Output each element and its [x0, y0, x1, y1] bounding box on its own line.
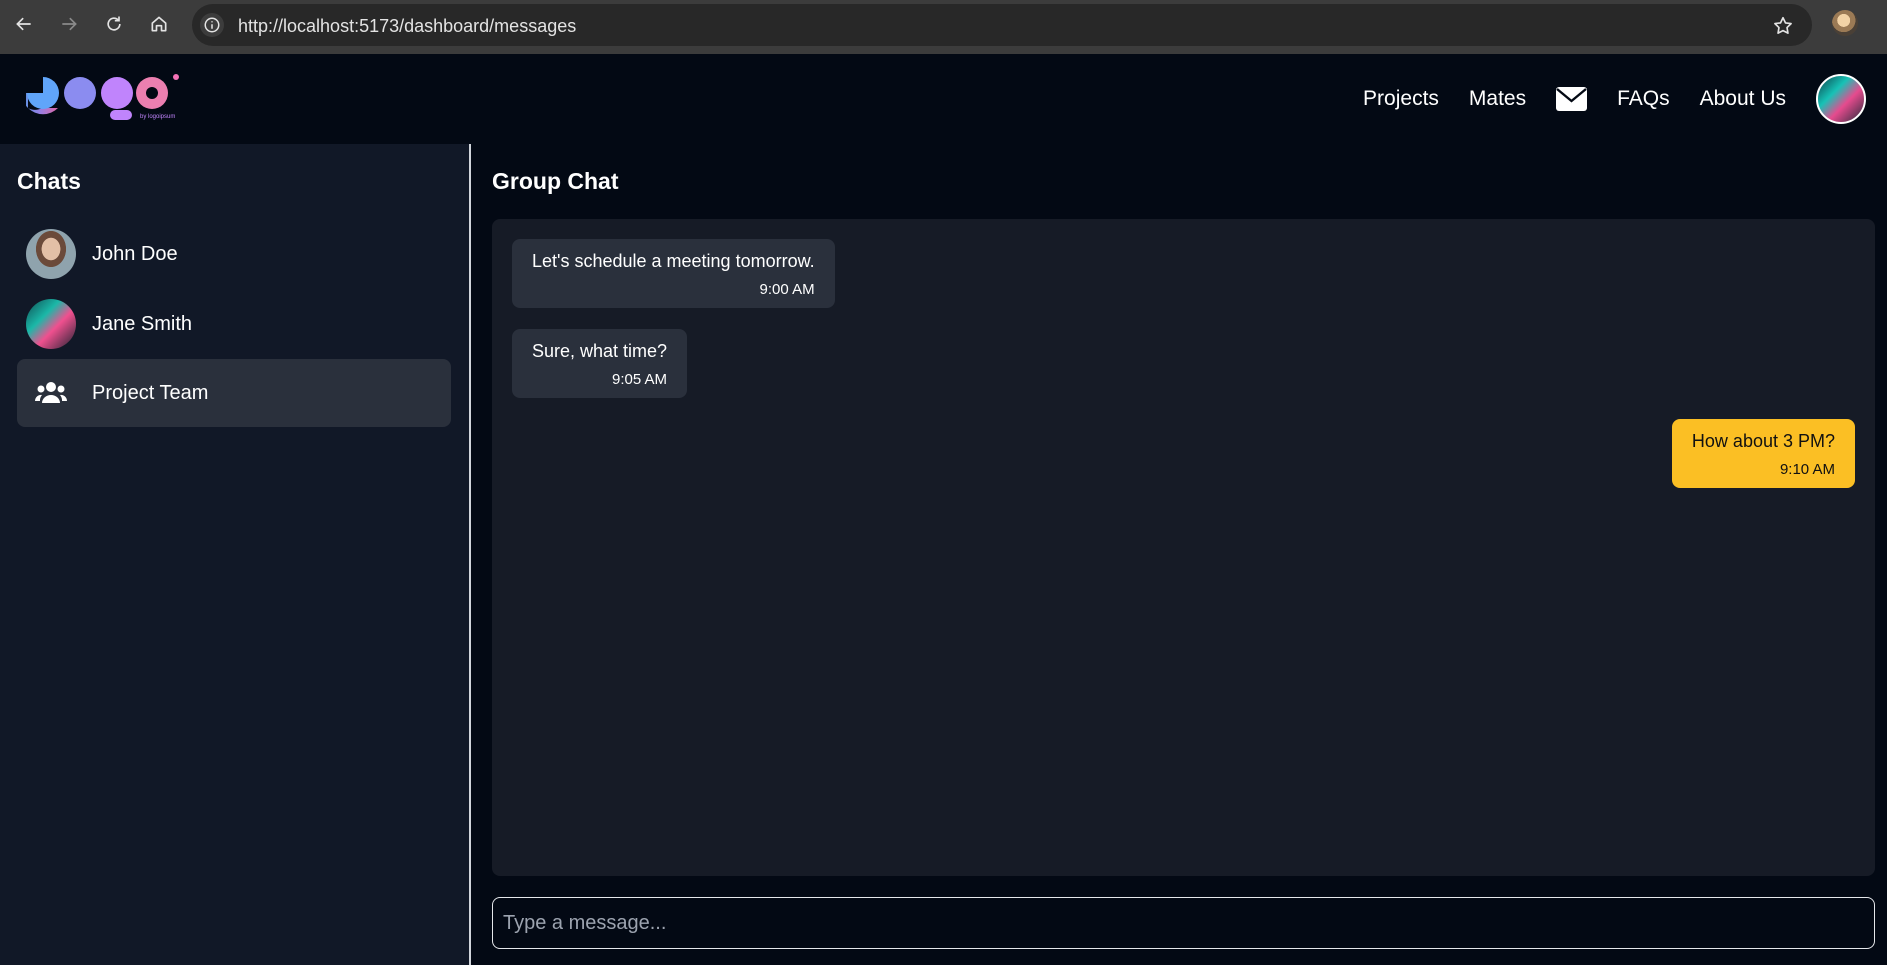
message-time: 9:10 AM [1779, 461, 1835, 478]
message-bubble: Sure, what time? 9:05 AM [512, 329, 688, 398]
logo[interactable]: by logoipsum [21, 74, 186, 130]
chat-panel: Group Chat Let's schedule a meeting tomo… [473, 144, 1887, 965]
message-bubble-outgoing: How about 3 PM? 9:10 AM [1671, 419, 1855, 488]
nav-projects[interactable]: Projects [1363, 87, 1439, 111]
message-input[interactable] [492, 897, 1875, 949]
star-icon[interactable] [1772, 15, 1794, 37]
user-avatar[interactable] [1816, 74, 1866, 124]
message-text: Let's schedule a meeting tomorrow. [532, 251, 815, 271]
url-text[interactable]: http://localhost:5173/dashboard/messages [238, 16, 576, 37]
top-nav: Projects Mates FAQs About Us [1363, 54, 1887, 144]
nav-mates[interactable]: Mates [1469, 87, 1526, 111]
chat-name: Project Team [92, 381, 209, 404]
chats-title: Chats [17, 168, 81, 194]
message-list[interactable]: Let's schedule a meeting tomorrow. 9:00 … [492, 219, 1875, 876]
users-icon [26, 368, 76, 418]
message-text: Sure, what time? [532, 341, 668, 361]
chat-item-john-doe[interactable]: John Doe [17, 220, 451, 288]
avatar [26, 299, 76, 349]
chats-sidebar: Chats John Doe Jane Smith Project Team [0, 144, 471, 965]
message-bubble: Let's schedule a meeting tomorrow. 9:00 … [512, 239, 835, 308]
svg-text:by logoipsum: by logoipsum [140, 114, 175, 120]
info-icon[interactable] [200, 13, 224, 37]
chat-title: Group Chat [492, 168, 619, 194]
home-icon[interactable] [147, 12, 171, 36]
browser-toolbar: http://localhost:5173/dashboard/messages [0, 0, 1887, 54]
message-time: 9:00 AM [759, 281, 815, 298]
nav-faqs[interactable]: FAQs [1617, 87, 1670, 111]
message-time: 9:05 AM [612, 371, 668, 388]
chat-item-jane-smith[interactable]: Jane Smith [17, 290, 451, 358]
chat-name: Jane Smith [92, 312, 193, 335]
reload-icon[interactable] [102, 12, 126, 36]
nav-about-us[interactable]: About Us [1700, 87, 1786, 111]
forward-arrow-icon[interactable] [57, 12, 81, 36]
browser-profile-avatar[interactable] [1832, 10, 1858, 36]
message-text: How about 3 PM? [1691, 431, 1835, 451]
mail-icon[interactable] [1556, 87, 1588, 111]
chat-name: John Doe [92, 242, 178, 265]
avatar [26, 229, 76, 279]
chat-item-project-team[interactable]: Project Team [17, 359, 451, 427]
back-arrow-icon[interactable] [12, 12, 36, 36]
app-header: by logoipsum Projects Mates FAQs About U… [0, 54, 1887, 144]
address-bar[interactable]: http://localhost:5173/dashboard/messages [192, 4, 1812, 46]
